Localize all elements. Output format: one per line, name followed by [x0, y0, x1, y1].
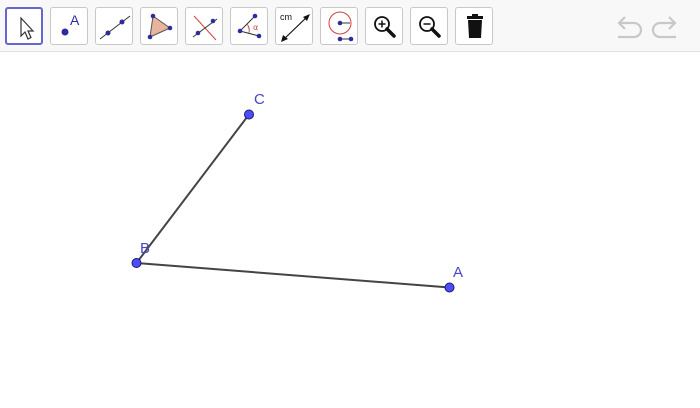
point-b-label: B: [140, 240, 150, 257]
segment-ba[interactable]: [136, 262, 450, 289]
circle-with-center-icon: [328, 11, 354, 42]
polygon-tool-button[interactable]: [140, 7, 178, 45]
point-b[interactable]: [131, 258, 142, 268]
line-through-points-icon: [99, 15, 131, 40]
distance-length-icon: cm: [280, 12, 310, 42]
zoom-in-icon: [374, 16, 396, 38]
circle-tool-button[interactable]: [320, 7, 358, 45]
point-c[interactable]: [244, 109, 254, 120]
graphics-canvas[interactable]: C B A: [0, 52, 700, 403]
perpendicular-icon: [192, 15, 218, 41]
perpendicular-line-tool-button[interactable]: [185, 7, 223, 45]
point-c-label: C: [254, 91, 265, 108]
point-a-label: A: [453, 264, 463, 281]
polygon-icon: [147, 13, 173, 40]
distance-tool-button[interactable]: cm: [275, 7, 313, 45]
point-tool-button[interactable]: A: [50, 7, 88, 45]
segment-bc[interactable]: [135, 113, 250, 264]
angle-tool-label: α: [253, 23, 258, 32]
point-a[interactable]: [444, 282, 455, 293]
toolbar: A α cm: [0, 0, 700, 52]
angle-tool-button[interactable]: α: [230, 7, 268, 45]
graphics-view[interactable]: C B A: [0, 52, 700, 403]
point-tool-label: A: [70, 12, 80, 28]
distance-tool-label: cm: [280, 12, 292, 22]
zoom-out-icon: [419, 16, 441, 38]
arrow-cursor-icon: [20, 16, 35, 40]
delete-tool-button[interactable]: [455, 7, 493, 45]
line-tool-button[interactable]: [95, 7, 133, 45]
zoom-out-tool-button[interactable]: [410, 7, 448, 45]
trash-icon: [467, 14, 483, 38]
redo-icon[interactable]: [650, 12, 682, 40]
undo-icon[interactable]: [612, 12, 644, 40]
angle-icon: α: [237, 13, 262, 39]
point-icon: A: [61, 12, 80, 36]
move-tool-button[interactable]: [5, 7, 43, 45]
zoom-in-tool-button[interactable]: [365, 7, 403, 45]
